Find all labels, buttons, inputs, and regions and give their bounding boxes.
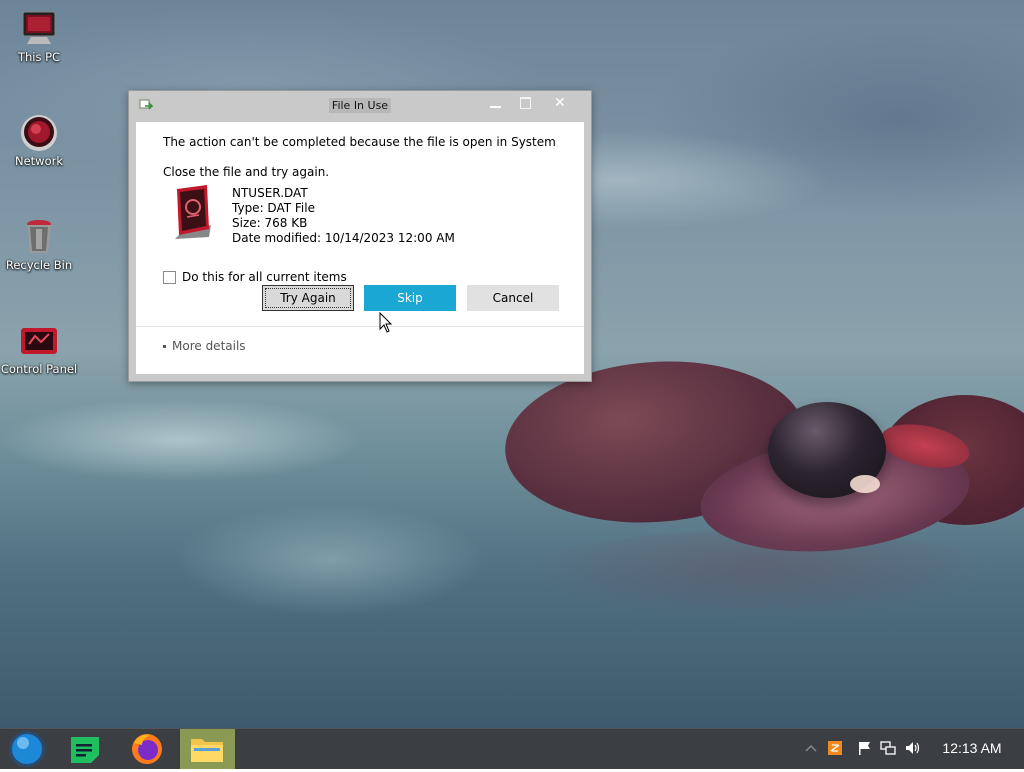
dialog-content: The action can't be completed because th… — [136, 122, 584, 374]
file-name: NTUSER.DAT — [232, 186, 308, 200]
wallpaper-glint — [850, 475, 880, 493]
desktop-icon-control-panel[interactable]: Control Panel — [0, 320, 78, 376]
file-transfer-icon — [139, 98, 154, 112]
more-details-label: More details — [172, 339, 246, 353]
app-tray-icon[interactable] — [827, 740, 843, 756]
desktop-icon-this-pc[interactable]: This PC — [0, 8, 78, 64]
start-orb-icon — [9, 731, 45, 767]
divider — [136, 326, 584, 327]
instruction-text: Close the file and try again. — [163, 165, 330, 179]
file-type: Type: DAT File — [232, 201, 315, 215]
desktop-icon-label: This PC — [17, 50, 61, 64]
expand-bullet-icon — [163, 344, 166, 348]
start-button[interactable] — [4, 729, 58, 769]
taskbar-file-explorer[interactable] — [180, 729, 235, 769]
network-icon[interactable] — [880, 740, 896, 756]
mouse-cursor-icon — [379, 311, 393, 334]
desktop-icon-label: Recycle Bin — [5, 258, 73, 272]
close-icon: ✕ — [554, 95, 566, 111]
cancel-button[interactable]: Cancel — [467, 285, 559, 311]
notes-app-icon — [71, 737, 99, 763]
taskbar-firefox[interactable] — [120, 729, 174, 769]
wallpaper-reflection — [520, 530, 1000, 620]
file-date-modified: Date modified: 10/14/2023 12:00 AM — [232, 231, 455, 245]
dialog-titlebar[interactable]: File In Use ✕ — [129, 91, 591, 119]
volume-icon[interactable] — [904, 740, 920, 756]
chevron-up-icon[interactable] — [803, 740, 819, 756]
dialog-title: File In Use — [328, 98, 392, 113]
computer-icon — [19, 8, 59, 48]
desktop-icon-label: Network — [14, 154, 64, 168]
control-panel-icon — [19, 320, 59, 360]
more-details-toggle[interactable]: More details — [163, 339, 246, 353]
network-globe-icon — [19, 112, 59, 152]
file-details: NTUSER.DAT Type: DAT File Size: 768 KB D… — [232, 186, 455, 246]
recycle-bin-icon — [19, 216, 59, 256]
desktop-icon-network[interactable]: Network — [0, 112, 78, 168]
file-size: Size: 768 KB — [232, 216, 308, 230]
file-explorer-icon — [191, 739, 223, 762]
apply-to-all-row[interactable]: Do this for all current items — [163, 270, 347, 284]
firefox-icon — [132, 734, 162, 764]
error-message: The action can't be completed because th… — [163, 135, 556, 149]
flag-icon[interactable] — [856, 740, 872, 756]
minimize-button[interactable] — [485, 95, 507, 113]
taskbar-clock[interactable]: 12:13 AM — [932, 740, 1012, 756]
file-in-use-dialog: File In Use ✕ The action can't be comple… — [128, 90, 592, 382]
apply-to-all-checkbox[interactable] — [163, 270, 176, 284]
dat-file-icon — [171, 185, 217, 241]
desktop-icon-recycle-bin[interactable]: Recycle Bin — [0, 216, 78, 272]
taskbar-notes-app[interactable] — [58, 729, 112, 769]
maximize-button[interactable] — [515, 95, 537, 113]
close-button[interactable]: ✕ — [549, 95, 571, 113]
skip-button[interactable]: Skip — [364, 285, 456, 311]
apply-to-all-label: Do this for all current items — [182, 270, 347, 284]
try-again-button[interactable]: Try Again — [262, 285, 354, 311]
desktop-icon-label: Control Panel — [0, 362, 78, 376]
